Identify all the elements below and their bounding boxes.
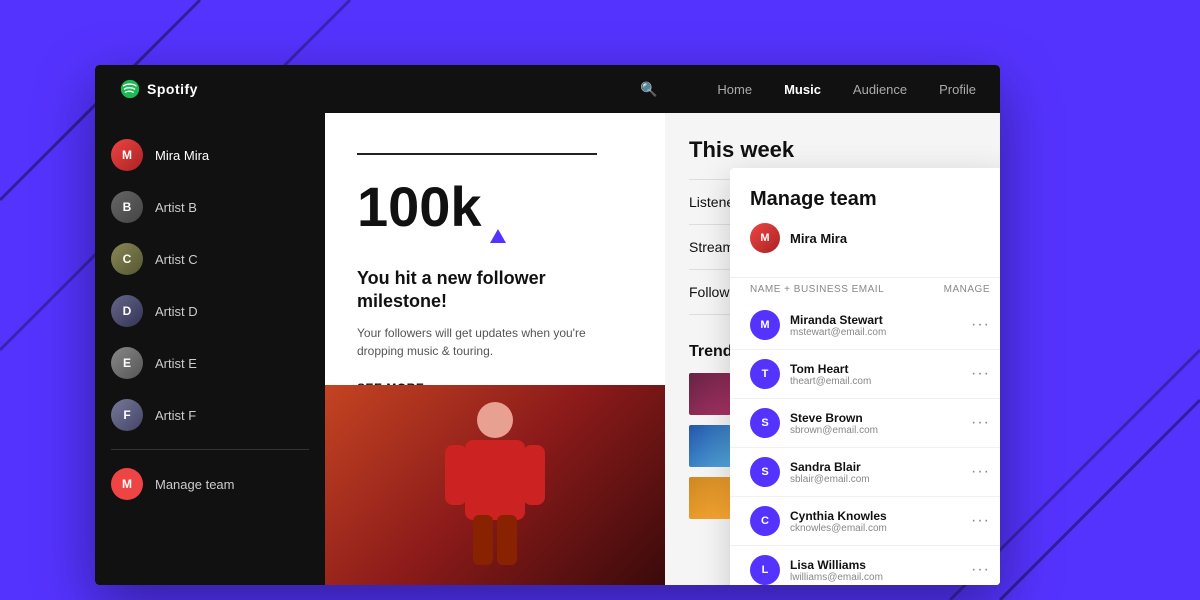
- logo-area: Spotify: [119, 78, 198, 100]
- member-email-sandra: sblair@email.com: [790, 474, 961, 485]
- member-name-cynthia: Cynthia Knowles: [790, 509, 961, 523]
- team-member-miranda: M Miranda Stewart mstewart@email.com ···: [730, 301, 1000, 350]
- member-info-steve: Steve Brown sbrown@email.com: [790, 411, 961, 436]
- sidebar-item-artist-f[interactable]: F Artist F: [95, 389, 325, 441]
- member-info-lisa: Lisa Williams lwilliams@email.com: [790, 558, 961, 583]
- manage-owner-avatar: M: [750, 223, 780, 253]
- member-avatar-lisa: L: [750, 555, 780, 585]
- member-name-tom: Tom Heart: [790, 362, 961, 376]
- member-menu-miranda[interactable]: ···: [971, 316, 990, 334]
- team-member-cynthia: C Cynthia Knowles cknowles@email.com ···: [730, 497, 1000, 546]
- song-thumb-onroad: [689, 425, 731, 467]
- sidebar-item-artist-e[interactable]: E Artist E: [95, 337, 325, 389]
- member-info-sandra: Sandra Blair sblair@email.com: [790, 460, 961, 485]
- sidebar-label-d: Artist D: [155, 304, 198, 319]
- member-info-miranda: Miranda Stewart mstewart@email.com: [790, 313, 961, 338]
- team-member-tom: T Tom Heart theart@email.com ···: [730, 350, 1000, 399]
- sidebar-label-c: Artist C: [155, 252, 198, 267]
- milestone-description: Your followers will get updates when you…: [357, 324, 633, 360]
- member-menu-steve[interactable]: ···: [971, 414, 990, 432]
- col-name-label: NAME + BUSINESS EMAIL: [750, 284, 884, 295]
- nav-profile[interactable]: Profile: [939, 82, 976, 97]
- member-avatar-tom: T: [750, 359, 780, 389]
- member-menu-lisa[interactable]: ···: [971, 561, 990, 579]
- sidebar-item-artist-b[interactable]: B Artist B: [95, 181, 325, 233]
- artist-figure-svg: [435, 390, 555, 580]
- avatar-e: E: [111, 347, 143, 379]
- artist-photo: [325, 385, 665, 585]
- member-name-miranda: Miranda Stewart: [790, 313, 961, 327]
- manage-team-header: Manage team M Mira Mira: [730, 168, 1000, 277]
- manage-owner-row: M Mira Mira: [750, 223, 990, 253]
- avatar-c: C: [111, 243, 143, 275]
- milestone-line: [357, 153, 597, 155]
- sidebar-item-manage-team[interactable]: M Manage team: [95, 458, 325, 510]
- team-member-sandra: S Sandra Blair sblair@email.com ···: [730, 448, 1000, 497]
- sidebar-item-mira-mira[interactable]: M Mira Mira: [95, 129, 325, 181]
- nav-music[interactable]: Music: [784, 82, 821, 97]
- app-window: Spotify 🔍 Home Music Audience Profile M …: [95, 65, 1000, 585]
- sidebar-item-artist-d[interactable]: D Artist D: [95, 285, 325, 337]
- sidebar: M Mira Mira B Artist B C Artist C D Arti…: [95, 113, 325, 585]
- this-week-title: This week: [689, 137, 976, 163]
- avatar-d: D: [111, 295, 143, 327]
- member-email-cynthia: cknowles@email.com: [790, 523, 961, 534]
- manage-team-columns: NAME + BUSINESS EMAIL MANAGE: [730, 277, 1000, 301]
- member-avatar-steve: S: [750, 408, 780, 438]
- member-info-tom: Tom Heart theart@email.com: [790, 362, 961, 387]
- member-email-tom: theart@email.com: [790, 376, 961, 387]
- team-member-lisa: L Lisa Williams lwilliams@email.com ···: [730, 546, 1000, 585]
- sidebar-label-mira: Mira Mira: [155, 148, 209, 163]
- song-thumb-essentials: [689, 477, 731, 519]
- sidebar-label-f: Artist F: [155, 408, 196, 423]
- spotify-logo-icon: [119, 78, 141, 100]
- search-icon[interactable]: 🔍: [640, 81, 657, 98]
- member-avatar-sandra: S: [750, 457, 780, 487]
- nav-home[interactable]: Home: [717, 82, 752, 97]
- song-thumb-discovers: [689, 373, 731, 415]
- main-content: 100k You hit a new follower milestone! Y…: [325, 113, 1000, 585]
- milestone-title: You hit a new follower milestone!: [357, 267, 633, 314]
- sidebar-label-b: Artist B: [155, 200, 197, 215]
- member-menu-tom[interactable]: ···: [971, 365, 990, 383]
- avatar-manage: M: [111, 468, 143, 500]
- nav-audience[interactable]: Audience: [853, 82, 907, 97]
- member-avatar-cynthia: C: [750, 506, 780, 536]
- left-panel: 100k You hit a new follower milestone! Y…: [325, 113, 665, 585]
- app-body: M Mira Mira B Artist B C Artist C D Arti…: [95, 113, 1000, 585]
- milestone-triangle-icon: [490, 229, 506, 243]
- member-info-cynthia: Cynthia Knowles cknowles@email.com: [790, 509, 961, 534]
- top-nav: Spotify 🔍 Home Music Audience Profile: [95, 65, 1000, 113]
- manage-team-card: Manage team M Mira Mira NAME + BUSINESS …: [730, 168, 1000, 585]
- member-email-steve: sbrown@email.com: [790, 425, 961, 436]
- avatar-mira: M: [111, 139, 143, 171]
- avatar-b: B: [111, 191, 143, 223]
- member-menu-sandra[interactable]: ···: [971, 463, 990, 481]
- member-name-lisa: Lisa Williams: [790, 558, 961, 572]
- member-name-steve: Steve Brown: [790, 411, 961, 425]
- manage-owner-name: Mira Mira: [790, 231, 847, 246]
- sidebar-label-e: Artist E: [155, 356, 197, 371]
- member-avatar-miranda: M: [750, 310, 780, 340]
- member-name-sandra: Sandra Blair: [790, 460, 961, 474]
- member-email-lisa: lwilliams@email.com: [790, 572, 961, 583]
- manage-team-card-title: Manage team: [750, 188, 990, 211]
- nav-links: Home Music Audience Profile: [717, 82, 976, 97]
- sidebar-item-artist-c[interactable]: C Artist C: [95, 233, 325, 285]
- team-member-steve: S Steve Brown sbrown@email.com ···: [730, 399, 1000, 448]
- avatar-f: F: [111, 399, 143, 431]
- member-email-miranda: mstewart@email.com: [790, 327, 961, 338]
- sidebar-divider: [111, 449, 309, 450]
- col-manage-label: MANAGE: [944, 284, 990, 295]
- milestone-number: 100k: [357, 179, 482, 235]
- sidebar-label-manage: Manage team: [155, 477, 235, 492]
- logo-text: Spotify: [147, 81, 198, 97]
- member-menu-cynthia[interactable]: ···: [971, 512, 990, 530]
